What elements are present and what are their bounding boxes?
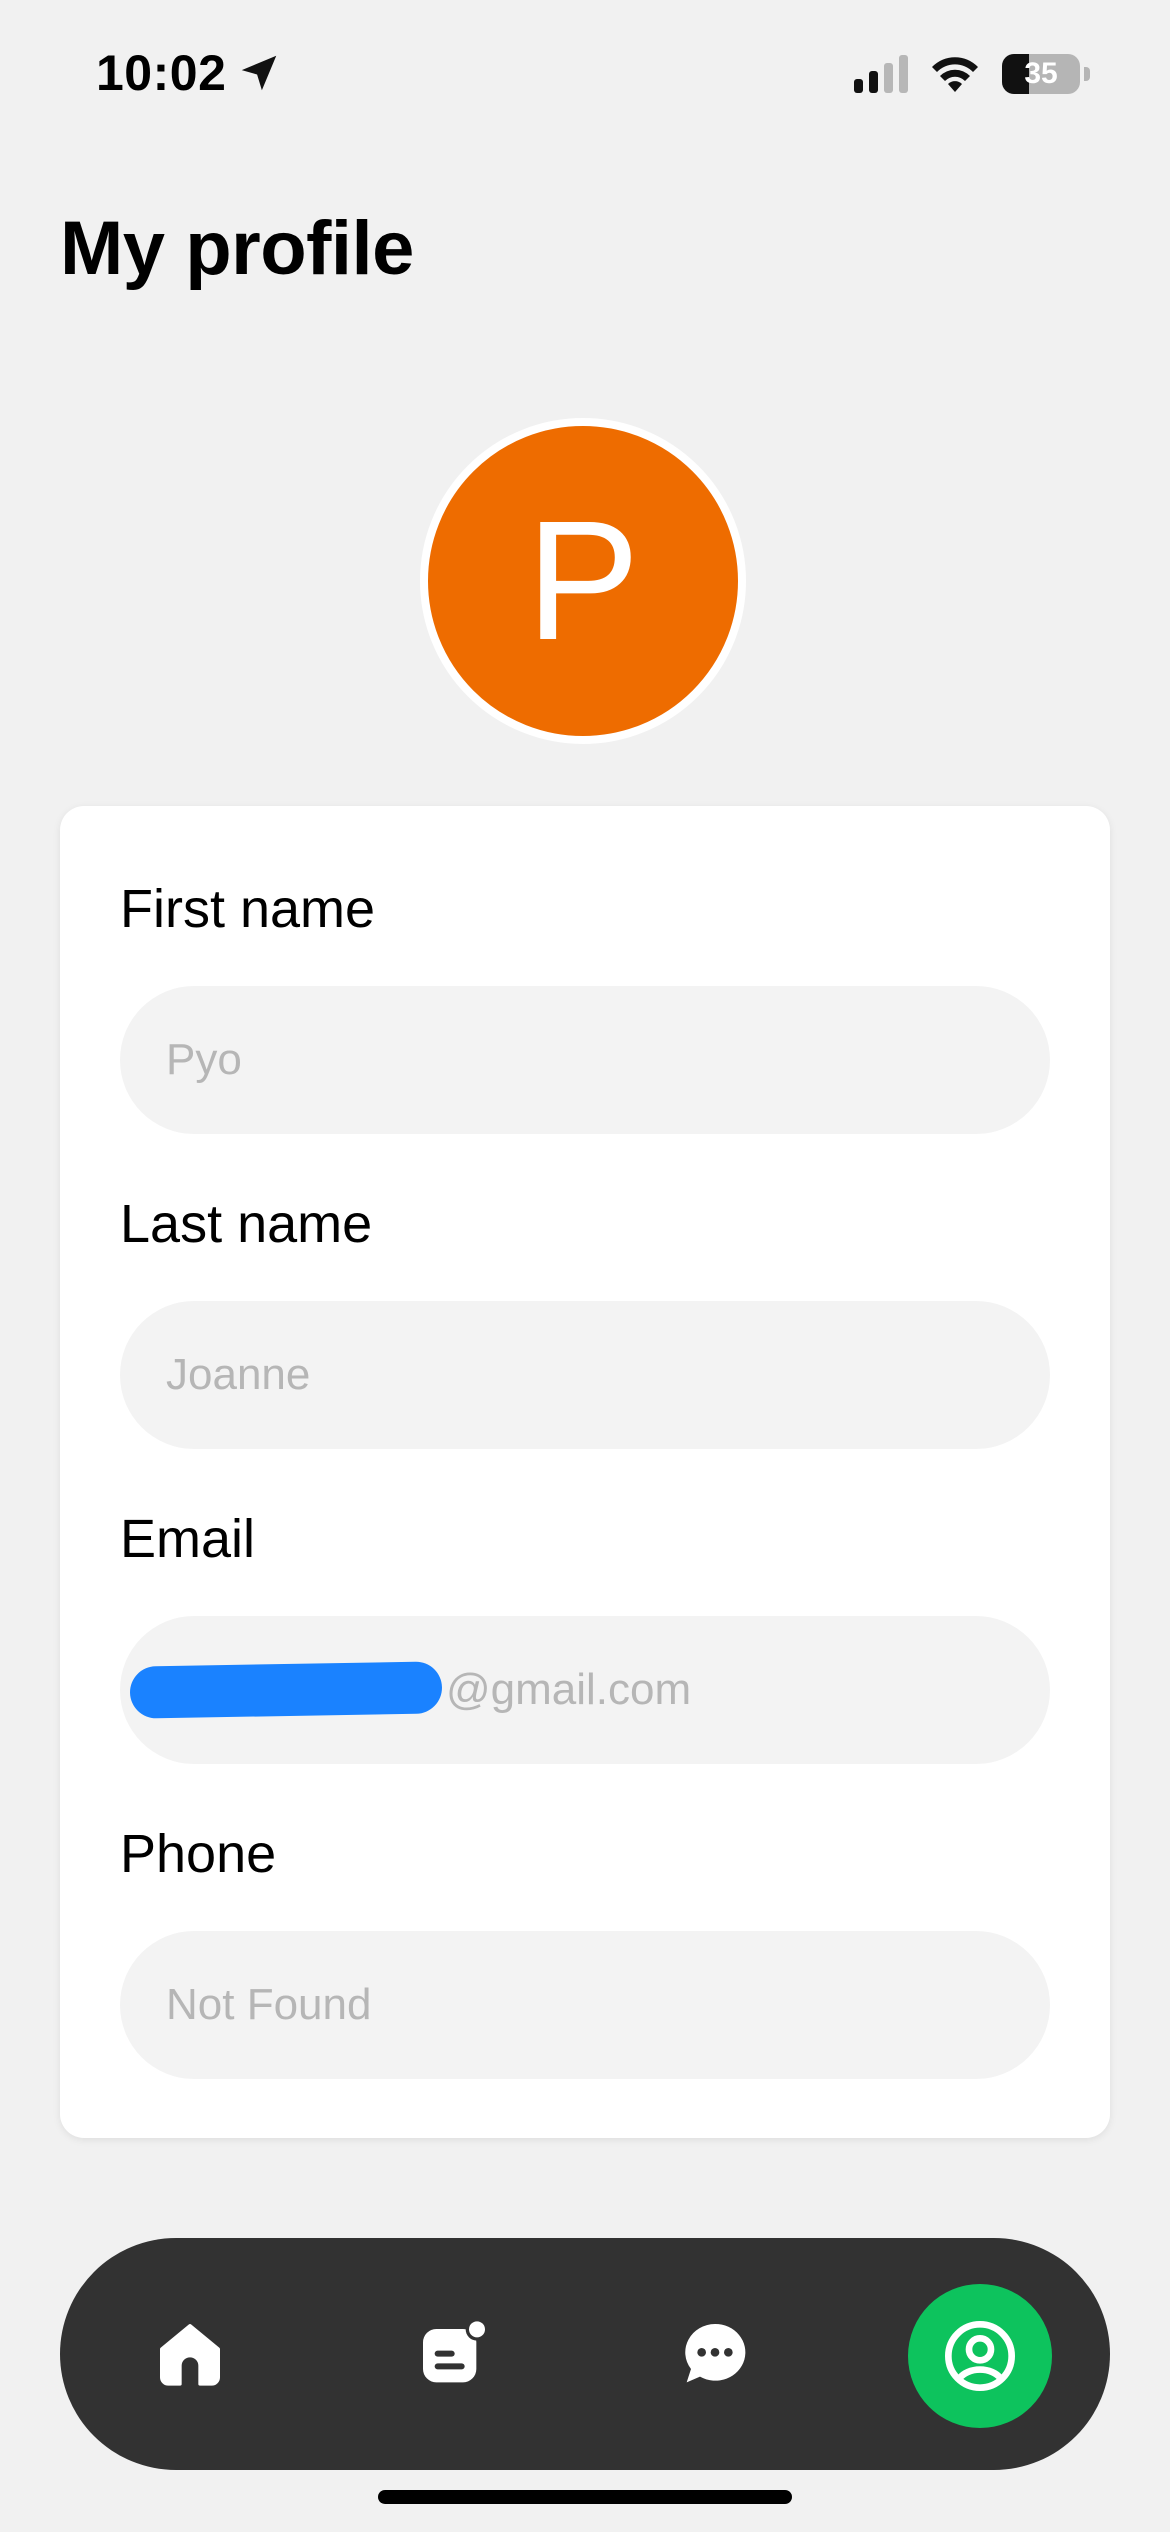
phone-field[interactable]: Not Found <box>120 1931 1050 2079</box>
nav-news[interactable] <box>378 2238 528 2470</box>
status-time: 10:02 <box>96 44 282 102</box>
avatar[interactable]: P <box>420 418 746 744</box>
email-value: @gmail.com <box>446 1665 692 1714</box>
home-icon <box>160 2324 220 2386</box>
wifi-icon <box>932 57 978 92</box>
status-bar: 10:02 35 <box>0 0 1170 150</box>
nav-home[interactable] <box>115 2238 265 2470</box>
news-icon <box>423 2318 489 2383</box>
last-name-value: Joanne <box>166 1350 311 1399</box>
battery-icon: 35 <box>1002 54 1080 94</box>
profile-icon <box>945 2321 1015 2391</box>
nav-chat[interactable] <box>640 2238 790 2470</box>
email-field[interactable]: @gmail.com <box>120 1616 1050 1764</box>
nav-profile[interactable] <box>908 2284 1052 2428</box>
first-name-value: Pyo <box>166 1035 242 1084</box>
phone-value: Not Found <box>166 1980 372 2029</box>
home-indicator <box>378 2490 792 2504</box>
chat-icon <box>685 2323 746 2383</box>
page-title: My profile <box>60 206 414 291</box>
status-indicators: 35 <box>854 54 1090 94</box>
bottom-nav <box>60 2238 1110 2470</box>
first-name-field[interactable]: Pyo <box>120 986 1050 1134</box>
last-name-field[interactable]: Joanne <box>120 1301 1050 1449</box>
location-arrow-icon <box>242 55 277 91</box>
battery-percent: 35 <box>1024 57 1058 90</box>
email-label: Email <box>120 1509 256 1569</box>
time-label: 10:02 <box>96 45 227 101</box>
first-name-label: First name <box>120 879 376 939</box>
last-name-label: Last name <box>120 1194 373 1254</box>
profile-card: First name Pyo Last name Joanne Email @g… <box>60 806 1110 2138</box>
phone-label: Phone <box>120 1824 277 1884</box>
battery-cap <box>1084 67 1090 81</box>
signal-icon <box>854 55 908 93</box>
redaction-mark <box>129 1661 443 1719</box>
avatar-initial: P <box>526 486 640 676</box>
